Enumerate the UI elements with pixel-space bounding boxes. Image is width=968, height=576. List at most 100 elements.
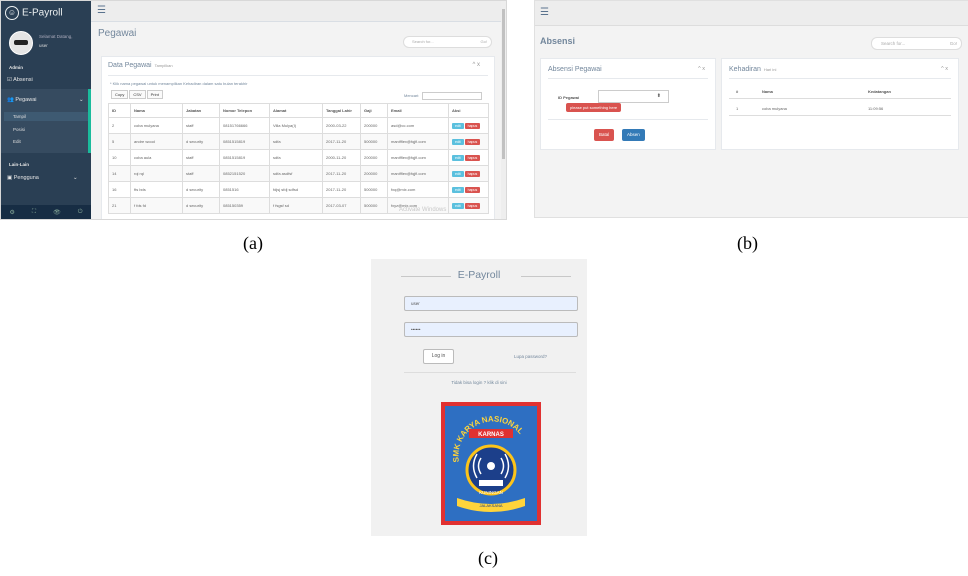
- scrollbar[interactable]: [501, 1, 506, 219]
- edit-button[interactable]: edit: [452, 186, 464, 193]
- username-input[interactable]: user: [404, 296, 578, 311]
- table-cell[interactable]: coba mulyana: [130, 117, 183, 134]
- logo-bottom-text: KUNINGAN: [479, 490, 503, 495]
- panel-c-login: E-Payroll user •••••• Log in Lupa passwo…: [371, 259, 587, 536]
- column-header[interactable]: Alamat: [269, 103, 323, 118]
- edit-button[interactable]: edit: [452, 170, 464, 177]
- search-go-button[interactable]: Go!: [481, 39, 487, 44]
- table-cell[interactable]: f fds fd: [130, 197, 183, 214]
- table-cell: manifflex@fqjfi.com: [387, 133, 449, 150]
- cancel-button[interactable]: Batal: [594, 129, 615, 141]
- table-row: 14 rql rql staff 0852151520 sdfa asdfsf 2017-…: [108, 165, 489, 182]
- delete-button[interactable]: hapus: [464, 138, 481, 145]
- forgot-password-link[interactable]: Lupa password?: [514, 354, 547, 359]
- table-row: 5 andre wood d security 0851515819 sdfa 2017-…: [108, 133, 489, 150]
- sidebar-item-pengguna[interactable]: ▣ Pengguna ⌄: [7, 175, 78, 181]
- sidebar-item-absensi[interactable]: ☑ Absensi: [7, 77, 33, 83]
- settings-icon[interactable]: ⚙: [10, 209, 15, 216]
- sidebar-item-pegawai[interactable]: 👥 Pegawai ⌄: [7, 97, 84, 103]
- edit-button[interactable]: edit: [452, 202, 464, 209]
- table-cell[interactable]: andre wood: [130, 133, 183, 150]
- delete-button[interactable]: hapus: [464, 202, 481, 209]
- card-tools[interactable]: ^ x: [698, 66, 705, 72]
- table-cell: 21: [108, 197, 131, 214]
- print-button[interactable]: Print: [146, 90, 163, 99]
- attendance-today-card: Kehadiran Hari ini ^ x # Nama Kedatangan …: [721, 58, 959, 150]
- table-cell[interactable]: fts bds: [130, 181, 183, 198]
- power-icon[interactable]: ⏻: [78, 209, 83, 216]
- table-cell: 500000: [360, 133, 388, 150]
- table-header: ID Nama Jabatan Nomor Telepon Alamat Tanggal …: [108, 103, 489, 118]
- card-tools[interactable]: ^ x: [941, 66, 948, 72]
- table-cell: staff: [182, 149, 220, 166]
- table-cell: 5: [108, 133, 131, 150]
- table-row: 2 coba mulyana staff 08151766666 Villa Mulya…: [108, 117, 489, 134]
- card-tools[interactable]: ^ x: [473, 62, 480, 68]
- table-cell: staff: [182, 117, 220, 134]
- column-header[interactable]: Nama: [130, 103, 183, 118]
- column-header[interactable]: Email: [387, 103, 449, 118]
- sidebar-sub-tampil[interactable]: Tampil: [4, 112, 88, 121]
- top-nav: ☰: [535, 1, 968, 26]
- card-title: Data Pegawai Tampilkan: [108, 62, 173, 69]
- table-cell: 2017-11-20: [322, 181, 361, 198]
- divider: [548, 119, 708, 120]
- brand[interactable]: ☺ E-Payroll: [5, 6, 63, 20]
- edit-button[interactable]: edit: [452, 138, 464, 145]
- table-cell: fxq@mix.com: [387, 181, 449, 198]
- logo-badge-text: KARNAS: [478, 432, 504, 438]
- copy-button[interactable]: Copy: [111, 90, 129, 99]
- table-cell: sdfa asdfsf: [269, 165, 323, 182]
- password-input[interactable]: ••••••: [404, 322, 578, 337]
- search-input[interactable]: Search for... Go!: [871, 37, 962, 50]
- column-header[interactable]: Tanggal Lahir: [322, 103, 361, 118]
- lock-icon[interactable]: 👁: [53, 209, 61, 216]
- filter-label: Mencari:: [404, 93, 420, 99]
- column-header[interactable]: Jabatan: [182, 103, 220, 118]
- edit-button[interactable]: edit: [452, 154, 464, 161]
- table-cell: 500000: [360, 197, 388, 214]
- divider: [404, 372, 576, 373]
- edit-button[interactable]: edit: [452, 122, 464, 129]
- caption-c: (c): [478, 548, 498, 568]
- menu-toggle-icon[interactable]: ☰: [540, 7, 549, 18]
- column-header: Nama: [762, 89, 773, 94]
- absen-button[interactable]: Absen: [622, 129, 645, 141]
- column-header[interactable]: Gaji: [360, 103, 388, 118]
- divider: [729, 98, 951, 99]
- column-header[interactable]: Aksi: [448, 103, 489, 118]
- section-admin: Admin: [9, 65, 23, 70]
- stepper-icon[interactable]: ⬍: [657, 93, 661, 99]
- search-placeholder: Search for...: [412, 39, 434, 44]
- csv-button[interactable]: CSV: [129, 90, 146, 99]
- sidebar-sub-edit[interactable]: Edit: [13, 139, 21, 144]
- login-button[interactable]: Log in: [423, 349, 454, 364]
- search-go-button[interactable]: Go!: [950, 41, 957, 46]
- logo-banner-text: JALAKSANA: [479, 503, 502, 508]
- table-cell[interactable]: rql rql: [130, 165, 183, 182]
- column-header[interactable]: Nomor Telepon: [219, 103, 270, 118]
- login-title: E-Payroll: [457, 269, 501, 281]
- table-cell: 11:09:56: [868, 106, 884, 111]
- table-cell: 2000-11-20: [322, 149, 361, 166]
- fullscreen-icon[interactable]: ⛶: [32, 209, 36, 216]
- delete-button[interactable]: hapus: [464, 122, 481, 129]
- column-header[interactable]: ID: [108, 103, 131, 118]
- table-cell: 0851515819: [219, 133, 270, 150]
- scrollbar-thumb[interactable]: [502, 9, 505, 159]
- filter-input[interactable]: [422, 92, 483, 100]
- table-cell: 2000-03-22: [322, 117, 361, 134]
- sidebar-item-label: Pegawai: [15, 97, 37, 103]
- sidebar-sub-posisi[interactable]: Posisi: [13, 127, 25, 132]
- table-cell: 2017-03-07: [322, 197, 361, 214]
- delete-button[interactable]: hapus: [464, 154, 481, 161]
- employee-id-input[interactable]: ⬍: [598, 90, 669, 103]
- table-cell[interactable]: coba mulyana: [762, 106, 787, 111]
- table-cell[interactable]: coba aula: [130, 149, 183, 166]
- menu-toggle-icon[interactable]: ☰: [97, 5, 106, 16]
- delete-button[interactable]: hapus: [464, 186, 481, 193]
- delete-button[interactable]: hapus: [464, 170, 481, 177]
- register-link[interactable]: Tidak bisa login ? klik di sini: [371, 380, 587, 385]
- user-icon: ▣: [7, 175, 14, 181]
- search-input[interactable]: Search for... Go!: [403, 36, 492, 48]
